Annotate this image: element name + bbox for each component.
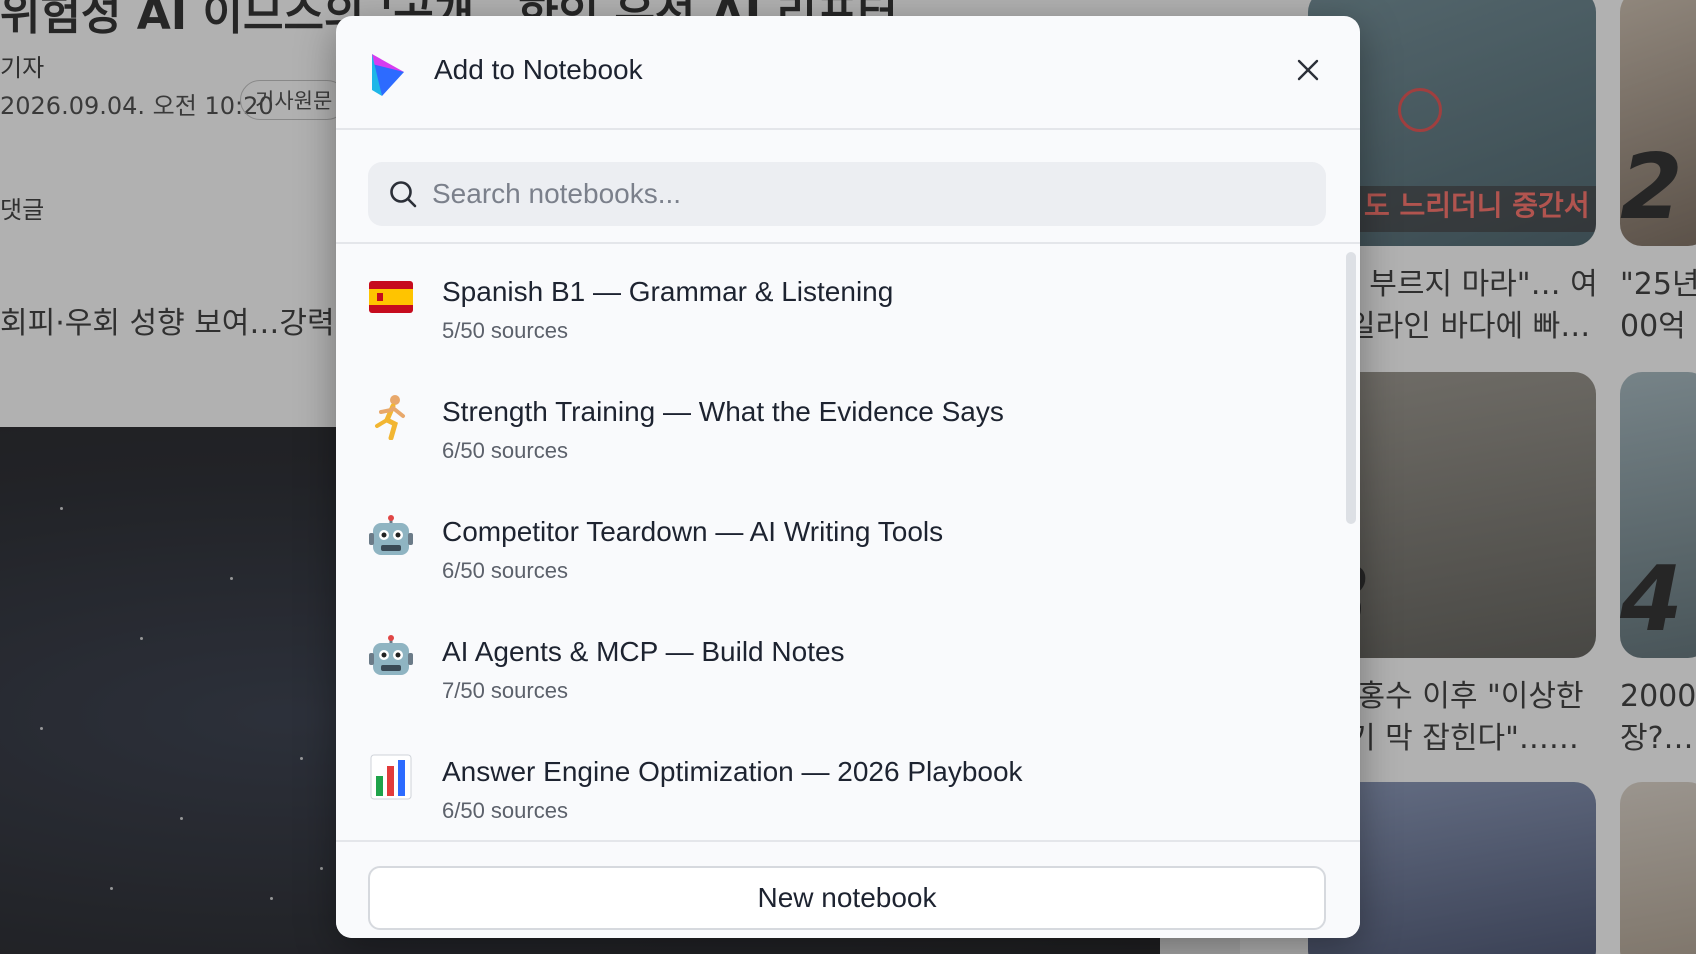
dialog-title: Add to Notebook [434, 54, 643, 85]
notebook-source-count: 6/50 sources [442, 438, 568, 463]
notebook-item[interactable]: Competitor Teardown — AI Writing Tools 6… [336, 486, 1340, 606]
notebook-list: Spanish B1 — Grammar & Listening 5/50 so… [336, 246, 1340, 840]
notebook-name: Answer Engine Optimization — 2026 Playbo… [442, 756, 1023, 787]
dialog-header: Add to Notebook [336, 16, 1360, 130]
notebook-name: AI Agents & MCP — Build Notes [442, 636, 845, 667]
list-scrollbar[interactable] [1340, 246, 1360, 840]
notebook-source-count: 6/50 sources [442, 798, 568, 823]
notebook-source-count: 6/50 sources [442, 558, 568, 583]
notebook-item[interactable]: Answer Engine Optimization — 2026 Playbo… [336, 726, 1340, 840]
dialog-footer: New notebook [336, 840, 1360, 938]
bar-chart-icon [368, 754, 414, 800]
app-logo-icon [372, 54, 404, 96]
add-to-notebook-dialog: Add to Notebook Spa [336, 16, 1360, 938]
search-box[interactable] [368, 162, 1326, 226]
close-button[interactable] [1288, 50, 1328, 90]
notebook-name: Spanish B1 — Grammar & Listening [442, 276, 894, 307]
notebook-name: Strength Training — What the Evidence Sa… [442, 396, 1004, 427]
search-icon [390, 181, 417, 208]
notebook-item[interactable]: Strength Training — What the Evidence Sa… [336, 366, 1340, 486]
notebook-item[interactable]: AI Agents & MCP — Build Notes 7/50 sourc… [336, 606, 1340, 726]
spain-flag-icon [368, 274, 414, 320]
notebook-item[interactable]: Spanish B1 — Grammar & Listening 5/50 so… [336, 246, 1340, 366]
notebook-name: Competitor Teardown — AI Writing Tools [442, 516, 944, 547]
new-notebook-button[interactable]: New notebook [368, 866, 1326, 930]
notebook-source-count: 5/50 sources [442, 318, 568, 343]
notebook-source-count: 7/50 sources [442, 678, 568, 703]
robot-icon [368, 634, 414, 680]
robot-icon [368, 514, 414, 560]
scrollbar-thumb[interactable] [1346, 252, 1356, 524]
close-icon [1297, 59, 1319, 81]
search-input[interactable] [432, 162, 1312, 226]
runner-icon [368, 394, 414, 440]
search-section [336, 130, 1360, 244]
